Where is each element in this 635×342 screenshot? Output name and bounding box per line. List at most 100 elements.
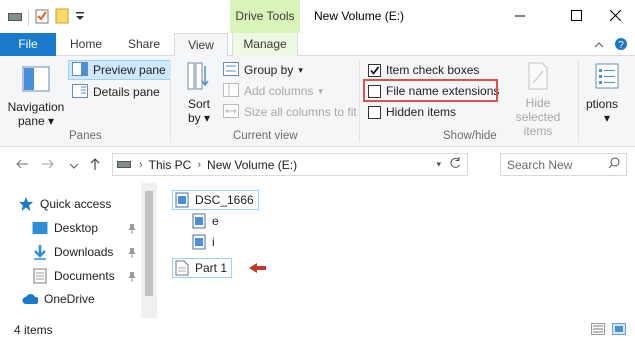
nav-item-downloads[interactable]: Downloads	[32, 242, 113, 262]
recent-locations-button[interactable]	[66, 157, 82, 173]
file-name: Part 1	[195, 261, 228, 275]
nav-item-label: Desktop	[54, 221, 99, 235]
image-file-icon	[175, 192, 189, 208]
nav-item-label: Documents	[54, 269, 115, 283]
tab-view[interactable]: View	[174, 33, 228, 57]
breadcrumb-chevron-icon[interactable]: ›	[139, 159, 143, 171]
drive-tools-tab-header: Drive Tools	[230, 0, 300, 33]
new-folder-icon[interactable]	[55, 8, 69, 27]
ribbon-tab-row: File Home Share View Manage ?	[0, 33, 635, 57]
scrollbar-thumb[interactable]	[145, 191, 153, 296]
item-count: 4 items	[14, 323, 53, 337]
file-item-dsc-1666[interactable]: DSC_1666	[172, 190, 259, 210]
forward-button[interactable]	[40, 157, 56, 173]
group-by-icon	[223, 61, 239, 79]
hide-selected-items-button[interactable]: Hide selected items	[502, 62, 574, 138]
nav-item-onedrive[interactable]: OneDrive	[22, 289, 95, 309]
group-separator	[578, 60, 579, 142]
chevron-down-icon	[69, 158, 79, 172]
size-columns-icon	[223, 103, 239, 121]
highlight-annotation-box	[363, 79, 498, 102]
collapse-ribbon-icon[interactable]	[594, 38, 604, 52]
quick-access-toolbar	[8, 8, 85, 27]
document-file-icon	[175, 260, 189, 276]
group-separator	[359, 60, 360, 142]
status-bar: 4 items	[0, 318, 635, 342]
nav-item-label: Quick access	[40, 197, 112, 211]
nav-item-desktop[interactable]: Desktop	[32, 218, 98, 238]
size-all-columns-button[interactable]: Size all columns to fit	[223, 102, 357, 122]
hidden-items-toggle[interactable]: Hidden items	[368, 102, 456, 122]
onedrive-icon	[22, 291, 38, 307]
size-all-columns-label: Size all columns to fit	[244, 105, 357, 119]
navigation-pane-label: Navigation	[7, 100, 65, 114]
downloads-icon	[32, 244, 48, 260]
nav-item-quick-access[interactable]: Quick access	[18, 194, 111, 214]
tab-manage[interactable]: Manage	[232, 33, 298, 56]
current-view-group-label: Current view	[233, 130, 298, 142]
up-arrow-icon	[89, 157, 101, 174]
options-icon	[594, 62, 620, 93]
item-check-boxes-label: Item check boxes	[386, 63, 480, 77]
navigation-pane-label-2: pane ▾	[17, 114, 55, 128]
back-button[interactable]	[14, 157, 30, 173]
hide-selected-icon	[525, 62, 551, 93]
hidden-items-checkbox[interactable]	[368, 105, 381, 119]
chevron-down-icon: ▾	[318, 85, 323, 96]
tab-home[interactable]: Home	[62, 33, 110, 56]
group-separator	[170, 60, 171, 142]
refresh-icon[interactable]	[449, 157, 461, 172]
item-check-boxes-toggle[interactable]: Item check boxes	[368, 60, 479, 80]
item-check-boxes-checkbox[interactable]	[368, 63, 381, 77]
nav-item-label: Downloads	[54, 245, 114, 259]
add-columns-button[interactable]: Add columns ▾	[223, 81, 323, 101]
tab-file[interactable]: File	[0, 33, 56, 56]
sort-by-button[interactable]: Sort by ▾	[180, 62, 218, 125]
file-item-e[interactable]: e	[192, 211, 219, 231]
hide-selected-label: Hide selected	[515, 96, 561, 124]
minimize-button[interactable]	[497, 0, 543, 33]
panes-group-label: Panes	[69, 130, 102, 142]
file-name: e	[212, 214, 219, 228]
documents-icon	[32, 268, 48, 284]
pin-icon[interactable]	[127, 223, 137, 235]
details-view-icon[interactable]	[591, 323, 605, 338]
drive-icon[interactable]	[8, 11, 22, 25]
navigation-pane-icon	[22, 65, 50, 96]
details-pane-button[interactable]: Details pane	[72, 82, 160, 102]
close-icon	[609, 9, 622, 24]
pin-icon[interactable]	[127, 247, 137, 259]
file-item-part-1[interactable]: Part 1	[172, 258, 233, 278]
close-button[interactable]	[596, 0, 635, 33]
maximize-button[interactable]	[553, 0, 599, 33]
breadcrumb-new-volume[interactable]: New Volume (E:)	[207, 158, 297, 172]
up-button[interactable]	[87, 157, 103, 173]
show-hide-group-label: Show/hide	[443, 130, 497, 142]
nav-item-documents[interactable]: Documents	[32, 266, 115, 286]
preview-pane-label: Preview pane	[93, 63, 166, 77]
address-dropdown-icon[interactable]: ▾	[436, 159, 441, 170]
file-name: DSC_1666	[195, 193, 254, 207]
svg-text:?: ?	[618, 40, 624, 51]
large-icons-view-icon[interactable]	[612, 323, 626, 338]
file-item-i[interactable]: i	[192, 232, 215, 252]
help-icon[interactable]: ?	[614, 37, 628, 54]
address-bar[interactable]: › This PC › New Volume (E:) ▾	[112, 153, 468, 176]
navigation-pane-scrollbar[interactable]	[141, 183, 157, 318]
desktop-folder-icon	[32, 220, 48, 236]
pin-icon[interactable]	[127, 271, 137, 283]
nav-item-label: OneDrive	[44, 292, 95, 306]
breadcrumb-chevron-icon[interactable]: ›	[197, 159, 201, 171]
breadcrumb-this-pc[interactable]: This PC	[149, 158, 192, 172]
preview-pane-button[interactable]: Preview pane	[68, 60, 171, 80]
search-input[interactable]: Search New	[500, 153, 627, 176]
group-by-button[interactable]: Group by ▾	[223, 60, 303, 80]
properties-icon[interactable]	[35, 8, 49, 27]
options-button[interactable]: ptions ▾	[584, 62, 630, 125]
sort-by-icon	[186, 62, 212, 93]
navigation-pane-button[interactable]: Navigation pane ▾	[6, 62, 66, 128]
hide-selected-label-2: items	[523, 124, 553, 138]
customize-qat-icon[interactable]	[75, 10, 85, 25]
tab-share[interactable]: Share	[118, 33, 170, 56]
sort-by-label: Sort	[187, 97, 210, 111]
